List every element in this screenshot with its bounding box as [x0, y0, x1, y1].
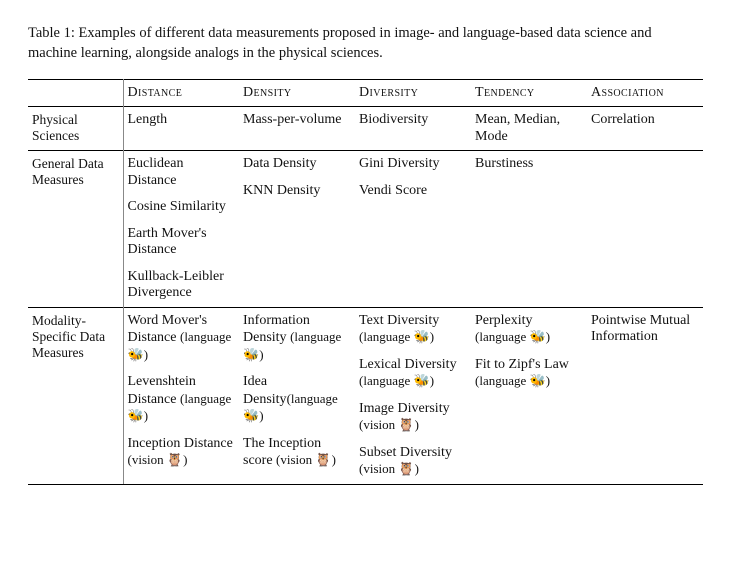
table-entry: Cosine Similarity: [128, 199, 234, 216]
cell: Word Mover's Distance (language 🐝) Levens…: [123, 307, 239, 484]
col-header-density: Density: [239, 80, 355, 107]
table-entry: Vendi Score: [359, 183, 465, 200]
table-entry: Burstiness: [475, 156, 581, 173]
cell: Text Diversity (language 🐝) Lexical Diver…: [355, 307, 471, 484]
bee-icon: 🐝: [414, 374, 430, 389]
data-table: Distance Density Diversity Tendency Asso…: [28, 79, 703, 485]
table-entry: Data Density: [243, 156, 349, 173]
bee-icon: 🐝: [128, 409, 144, 424]
owl-icon: 🦉: [167, 453, 183, 468]
row-header-modality-specific-data-measures: Modality-Specific Data Measures: [28, 307, 123, 484]
cell: Length: [123, 107, 239, 151]
table-entry: Mean, Median, Mode: [475, 112, 581, 145]
row-header-general-data-measures: General Data Measures: [28, 151, 123, 308]
bee-icon: 🐝: [530, 374, 546, 389]
table-entry: Idea Density(language 🐝): [243, 374, 349, 426]
table-entry: Biodiversity: [359, 112, 465, 129]
cell: Mean, Median, Mode: [471, 107, 587, 151]
table-entry: KNN Density: [243, 183, 349, 200]
row-header-physical-sciences: Physical Sciences: [28, 107, 123, 151]
table-caption: Table 1: Examples of different data meas…: [28, 24, 702, 63]
cell: Pointwise Mutual Information: [587, 307, 703, 484]
col-header-association: Association: [587, 80, 703, 107]
col-header-distance: Distance: [123, 80, 239, 107]
owl-icon: 🦉: [398, 462, 414, 477]
table-entry: Euclidean Distance: [128, 156, 234, 189]
cell: Mass-per-volume: [239, 107, 355, 151]
table-entry: Fit to Zipf's Law (language 🐝): [475, 357, 581, 391]
cell: Perplexity (language 🐝) Fit to Zipf's Law…: [471, 307, 587, 484]
table-entry: Mass-per-volume: [243, 112, 349, 129]
table-entry: Correlation: [591, 112, 697, 129]
table-entry: Image Diversity (vision 🦉): [359, 401, 465, 435]
table-entry: Subset Diversity (vision 🦉): [359, 445, 465, 479]
table-entry: Text Diversity (language 🐝): [359, 313, 465, 347]
table-entry: Inception Distance (vision 🦉): [128, 436, 234, 470]
cell: Euclidean Distance Cosine Similarity Earth…: [123, 151, 239, 308]
bee-icon: 🐝: [530, 330, 546, 345]
table-entry: Information Density (language 🐝): [243, 313, 349, 365]
table-entry: Lexical Diversity (language 🐝): [359, 357, 465, 391]
owl-icon: 🦉: [315, 453, 331, 468]
table-entry: Earth Mover's Distance: [128, 226, 234, 259]
cell: Gini Diversity Vendi Score: [355, 151, 471, 308]
cell: Biodiversity: [355, 107, 471, 151]
bee-icon: 🐝: [414, 330, 430, 345]
table-entry: Kullback-Leibler Divergence: [128, 269, 234, 302]
table-entry: Levenshtein Distance (language 🐝): [128, 374, 234, 426]
cell: Information Density (language 🐝) Idea Den…: [239, 307, 355, 484]
bee-icon: 🐝: [128, 348, 144, 363]
col-header-tendency: Tendency: [471, 80, 587, 107]
bee-icon: 🐝: [243, 409, 259, 424]
table-entry: The Inception score (vision 🦉): [243, 436, 349, 470]
cell: Burstiness: [471, 151, 587, 308]
table-entry: Pointwise Mutual Information: [591, 313, 697, 346]
col-header-diversity: Diversity: [355, 80, 471, 107]
table-entry: Gini Diversity: [359, 156, 465, 173]
table-entry: Word Mover's Distance (language 🐝): [128, 313, 234, 365]
owl-icon: 🦉: [398, 418, 414, 433]
cell: Correlation: [587, 107, 703, 151]
table-entry: Length: [128, 112, 234, 129]
corner-cell: [28, 80, 123, 107]
cell: Data Density KNN Density: [239, 151, 355, 308]
bee-icon: 🐝: [243, 348, 259, 363]
cell: [587, 151, 703, 308]
table-entry: Perplexity (language 🐝): [475, 313, 581, 347]
